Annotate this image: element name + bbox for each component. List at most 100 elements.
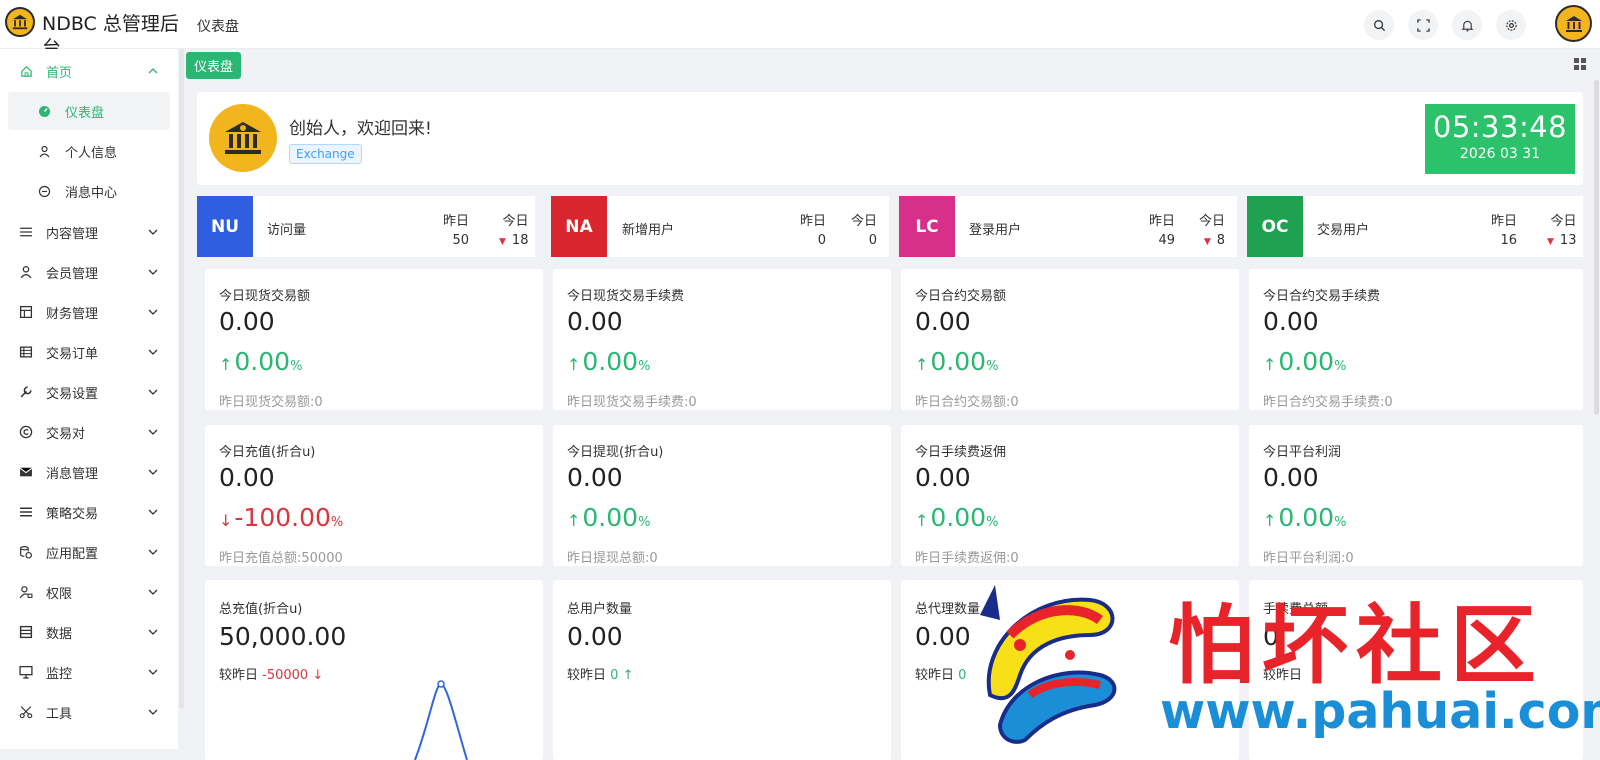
stat-label: 访问量 [267, 223, 307, 238]
compare-value: 0 [958, 668, 967, 683]
down-triangle-icon: ▼ [1547, 237, 1554, 247]
sidebar-item-tools[interactable]: 工具 [0, 692, 178, 732]
trend-point[interactable] [437, 680, 445, 688]
arrow-up-icon: ↑ [622, 668, 634, 683]
search-button[interactable] [1364, 10, 1394, 40]
stat-today-label: 今日 [1199, 214, 1226, 229]
sidebar-item-message-mgmt[interactable]: 消息管理 [0, 452, 178, 492]
user-avatar[interactable] [1555, 5, 1592, 42]
card-title: 总用户数量 [567, 602, 633, 617]
sidebar-item-trade-pairs[interactable]: 交易对 [0, 412, 178, 452]
sidebar-item-orders[interactable]: 交易订单 [0, 332, 178, 372]
card-pct: 0.00 [582, 503, 639, 532]
chevron-up-icon [148, 68, 158, 74]
card-change: ↓-100.00% [219, 503, 343, 532]
sidebar: 首页 仪表盘 个人信息 消息中心 内容管理 会员管理 财务管理 交易订单 交易设… [0, 49, 178, 749]
sidebar-item-trade-settings[interactable]: 交易设置 [0, 372, 178, 412]
stat-yesterday-label: 昨日 [800, 214, 827, 229]
bank-icon [12, 14, 28, 30]
card-pct: 0.00 [1278, 503, 1335, 532]
stat-yesterday: 0 [817, 233, 827, 248]
sidebar-item-finance[interactable]: 财务管理 [0, 292, 178, 332]
stat-label: 新增用户 [622, 223, 675, 238]
card-value: 0.00 [219, 307, 275, 336]
card-pct: -100.00 [234, 503, 331, 532]
sidebar-sub-profile[interactable]: 个人信息 [8, 132, 170, 170]
sidebar-item-members[interactable]: 会员管理 [0, 252, 178, 292]
card-value: 0.00 [567, 307, 623, 336]
notification-button[interactable] [1452, 10, 1482, 40]
card-value: 0.00 [219, 463, 275, 492]
sidebar-item-monitor[interactable]: 监控 [0, 652, 178, 692]
watermark-url: www.pahuai.com [1160, 683, 1600, 740]
user-icon [20, 265, 32, 279]
card-total-users: 总用户数量 0.00 较昨日 0 ↑ [553, 580, 891, 760]
card-compare: 较昨日 0 [915, 664, 966, 683]
chevron-down-icon [148, 309, 158, 315]
chevron-down-icon [148, 669, 158, 675]
arrow-up-icon: ↑ [915, 511, 929, 530]
app-title: NDBC 总管理后台 [42, 13, 179, 50]
clock-time: 05:33:48 [1432, 110, 1568, 144]
welcome-avatar [209, 104, 277, 172]
data-icon [19, 625, 33, 639]
card-footer: 昨日现货交易额:0 [219, 395, 323, 410]
card-value: 0.00 [1263, 463, 1319, 492]
sidebar-scrollbar[interactable] [179, 49, 184, 709]
stat-trade-users: OC 交易用户 昨日 16 今日 ▼ 13 [1247, 196, 1583, 257]
card-pct: 0.00 [234, 347, 291, 376]
stat-today-label: 今日 [502, 214, 529, 229]
grid-icon[interactable] [1573, 57, 1587, 71]
sidebar-item-content[interactable]: 内容管理 [0, 212, 178, 252]
card-footer: 昨日合约交易手续费:0 [1263, 395, 1393, 410]
fullscreen-button[interactable] [1408, 10, 1438, 40]
breadcrumb[interactable]: 仪表盘 [197, 16, 239, 36]
settings-button[interactable] [1496, 10, 1526, 40]
card-title: 今日平台利润 [1263, 445, 1342, 460]
sidebar-sub-messages[interactable]: 消息中心 [8, 172, 170, 210]
watermark-text: 怕坏社区 [1168, 596, 1544, 696]
clock-date: 2026 03 31 [1459, 146, 1541, 162]
home-icon [19, 64, 33, 78]
bank-icon [1565, 15, 1582, 32]
list-icon [20, 227, 32, 237]
sidebar-item-strategy[interactable]: 策略交易 [0, 492, 178, 532]
main-scrollbar[interactable] [1594, 80, 1599, 415]
sidebar-item-data[interactable]: 数据 [0, 612, 178, 652]
tag-dashboard[interactable]: 仪表盘 [186, 52, 242, 79]
sidebar-item-home[interactable]: 首页 [0, 51, 178, 91]
stat-today: 8 [1216, 233, 1226, 248]
stat-today: 13 [1559, 233, 1577, 248]
stat-code: NA [551, 196, 607, 257]
card-value: 50,000.00 [219, 622, 347, 651]
card-value: 0.00 [915, 307, 971, 336]
card-title: 今日合约交易额 [915, 289, 1007, 304]
logo [5, 7, 35, 37]
card-change: ↑0.00% [1263, 503, 1346, 532]
card-spot-fee: 今日现货交易手续费 0.00 ↑0.00% 昨日现货交易手续费:0 [553, 269, 891, 410]
chevron-down-icon [148, 629, 158, 635]
chevron-down-icon [148, 549, 158, 555]
fullscreen-icon [1416, 18, 1430, 32]
stat-code: NU [197, 196, 253, 257]
sidebar-item-permissions[interactable]: 权限 [0, 572, 178, 612]
chevron-down-icon [148, 709, 158, 715]
card-footer: 昨日现货交易手续费:0 [567, 395, 697, 410]
bell-icon [1461, 20, 1473, 32]
stat-yesterday: 16 [1500, 233, 1518, 248]
card-footer: 昨日手续费返佣:0 [915, 551, 1019, 566]
stat-today-label: 今日 [1550, 214, 1577, 229]
chevron-down-icon [148, 589, 158, 595]
stat-today-label: 今日 [851, 214, 878, 229]
card-change: ↑0.00% [915, 503, 998, 532]
card-contract-volume: 今日合约交易额 0.00 ↑0.00% 昨日合约交易额:0 [901, 269, 1239, 410]
stat-today: 0 [868, 233, 878, 248]
wrench-icon [20, 386, 32, 398]
stat-visits: NU 访问量 昨日 50 今日 ▼ 18 [197, 196, 535, 257]
sidebar-item-app-config[interactable]: 应用配置 [0, 532, 178, 572]
message-icon [19, 467, 33, 477]
card-pct: 0.00 [582, 347, 639, 376]
menu-icon [20, 507, 32, 517]
sidebar-sub-dashboard[interactable]: 仪表盘 [8, 92, 170, 130]
chevron-down-icon [148, 469, 158, 475]
